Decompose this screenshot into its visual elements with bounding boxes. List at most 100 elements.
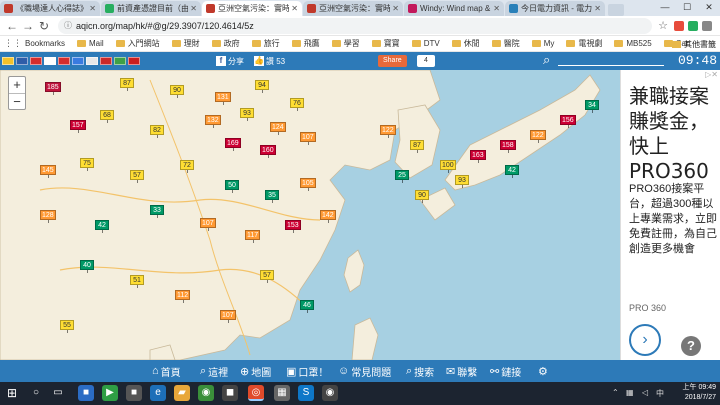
ad-close-icon[interactable]: ▷✕ (705, 70, 718, 79)
folder-icon[interactable]: ▰ (174, 385, 190, 401)
language-flag-icon[interactable] (128, 57, 140, 65)
app-icon[interactable]: S (298, 385, 314, 401)
close-tab-icon[interactable]: ✕ (594, 4, 601, 13)
aqi-marker[interactable]: 107 (220, 310, 236, 323)
nav-item[interactable]: ⚙ (538, 363, 550, 379)
aqi-marker[interactable]: 93 (455, 175, 469, 188)
close-tab-icon[interactable]: ✕ (190, 4, 197, 13)
aqi-marker[interactable]: 90 (415, 190, 429, 203)
new-tab-button[interactable] (608, 4, 624, 16)
aqi-marker[interactable]: 35 (265, 190, 279, 203)
facebook-share-button[interactable]: f 分享 (216, 55, 244, 67)
forward-button[interactable]: → (20, 19, 36, 33)
aqi-marker[interactable]: 33 (150, 205, 164, 218)
bookmark-item[interactable]: MB525 (614, 39, 652, 48)
aqi-marker[interactable]: 100 (440, 160, 456, 173)
zoom-in-button[interactable]: + (9, 77, 25, 93)
aqi-marker[interactable]: 122 (380, 125, 396, 138)
aqi-marker[interactable]: 157 (70, 120, 86, 133)
volume-icon[interactable]: ◁ (642, 388, 648, 397)
nav-item[interactable]: ⌕ 搜索 (406, 363, 434, 379)
aqi-marker[interactable]: 42 (505, 165, 519, 178)
search-icon[interactable]: ⌕ (543, 52, 550, 68)
close-tab-icon[interactable]: ✕ (291, 4, 298, 13)
aqi-marker[interactable]: 76 (290, 98, 304, 111)
chrome-icon[interactable]: ◎ (248, 385, 264, 401)
aqi-marker[interactable]: 34 (585, 100, 599, 113)
language-flag-icon[interactable] (114, 57, 126, 65)
app-icon[interactable]: ◉ (198, 385, 214, 401)
menu-icon[interactable] (702, 20, 712, 31)
close-window-button[interactable]: ✕ (698, 0, 720, 16)
ad-arrow-button[interactable]: › (629, 324, 661, 356)
browser-tab[interactable]: 前資產憑證目前（由 ✕ (101, 1, 201, 16)
language-flag-icon[interactable] (100, 57, 112, 65)
language-flag-icon[interactable] (16, 57, 28, 65)
url-field[interactable]: ⓘ aqicn.org/map/hk/#@g/29.3907/120.4614/… (58, 17, 653, 34)
maximize-button[interactable]: ☐ (676, 0, 698, 16)
ad-headline[interactable]: 兼職接案賺獎金，快上PRO360 (629, 84, 720, 184)
nav-item[interactable]: ☺ 常見問題 (338, 363, 391, 379)
bookmark-item[interactable]: 學習 (331, 38, 360, 49)
media-icon[interactable]: ▶ (102, 385, 118, 401)
aqi-marker[interactable]: 131 (215, 92, 231, 105)
aqi-marker[interactable]: 163 (470, 150, 486, 163)
bookmark-item[interactable]: 休閒 (451, 38, 480, 49)
bookmark-item[interactable]: Mail (77, 39, 104, 48)
aqi-marker[interactable]: 122 (530, 130, 546, 143)
aqi-marker[interactable]: 105 (300, 178, 316, 191)
aqi-marker[interactable]: 55 (60, 320, 74, 333)
aqi-marker[interactable]: 124 (270, 122, 286, 135)
file-explorer-icon[interactable]: ■ (78, 385, 94, 401)
browser-tab[interactable]: 《職場達人心得誌》 ✕ (0, 1, 100, 16)
ime-icon[interactable]: 中 (656, 388, 664, 399)
browser-tab[interactable]: 亞洲空氣污染：實時 ✕ (202, 1, 302, 16)
browser-tab[interactable]: 亞洲空氣污染：實時 ✕ (303, 1, 403, 16)
bookmark-item[interactable]: DTV (411, 39, 440, 48)
aqi-marker[interactable]: 90 (170, 85, 184, 98)
aqi-marker[interactable]: 117 (245, 230, 261, 243)
aqi-marker[interactable]: 185 (45, 82, 61, 95)
search-icon[interactable]: ○ (28, 385, 44, 401)
network-icon[interactable]: ▦ (626, 388, 634, 397)
browser-tab[interactable]: 今日電力資訊 - 電力 ✕ (505, 1, 605, 16)
app-icon[interactable]: ▦ (274, 385, 290, 401)
nav-item[interactable]: ✉ 聯繫 (446, 363, 477, 379)
aqi-marker[interactable]: 145 (40, 165, 56, 178)
aqi-marker[interactable]: 68 (100, 110, 114, 123)
aqi-marker[interactable]: 40 (80, 260, 94, 273)
aqi-marker[interactable]: 142 (320, 210, 336, 223)
language-flag-icon[interactable] (86, 57, 98, 65)
bookmark-item[interactable]: 寶寶 (371, 38, 400, 49)
nav-item[interactable]: ▣ 口罩！ (286, 363, 328, 379)
extension-icon[interactable] (688, 20, 698, 31)
bookmark-item[interactable]: 電視劇 (566, 38, 602, 49)
aqi-marker[interactable]: 93 (240, 108, 254, 121)
ad-panel[interactable]: ▷✕ 兼職接案賺獎金，快上PRO360 PRO360接案平台，超過300種以上專… (620, 70, 720, 360)
aqi-marker[interactable]: 72 (180, 160, 194, 173)
bookmark-star-icon[interactable]: ☆ (658, 19, 668, 32)
aqi-marker[interactable]: 46 (300, 300, 314, 313)
aqi-marker[interactable]: 87 (410, 140, 424, 153)
other-bookmarks[interactable]: 其他書籤 (672, 36, 716, 52)
bookmark-item[interactable]: 政府 (211, 38, 240, 49)
aqi-marker[interactable]: 112 (175, 290, 191, 303)
nav-item[interactable]: ⚯ 鏈接 (490, 363, 521, 379)
taskbar-clock[interactable]: 上午 09:49 2018/7/27 (670, 383, 716, 403)
aqi-marker[interactable]: 57 (260, 270, 274, 283)
bookmark-item[interactable]: 醫院 (491, 38, 520, 49)
close-tab-icon[interactable]: ✕ (392, 4, 399, 13)
start-icon[interactable]: ⊞ (4, 385, 20, 401)
system-tray-icon[interactable]: ⌃ (612, 388, 619, 397)
aqi-marker[interactable]: 128 (40, 210, 56, 223)
nav-item[interactable]: ⌂ 首頁 (152, 363, 181, 379)
aqi-marker[interactable]: 51 (130, 275, 144, 288)
aqi-marker[interactable]: 107 (200, 218, 216, 231)
aqi-marker[interactable]: 153 (285, 220, 301, 233)
app-icon[interactable]: ◉ (322, 385, 338, 401)
minimize-button[interactable]: — (654, 0, 676, 16)
browser-icon[interactable]: e (150, 385, 166, 401)
aqi-map[interactable]: + − 185 87 90 131 94 76 157 68 82 132 93 124 169 160 1… (0, 70, 620, 360)
aqi-marker[interactable]: 75 (80, 158, 94, 171)
bookmark-item[interactable]: 飛鷹 (291, 38, 320, 49)
